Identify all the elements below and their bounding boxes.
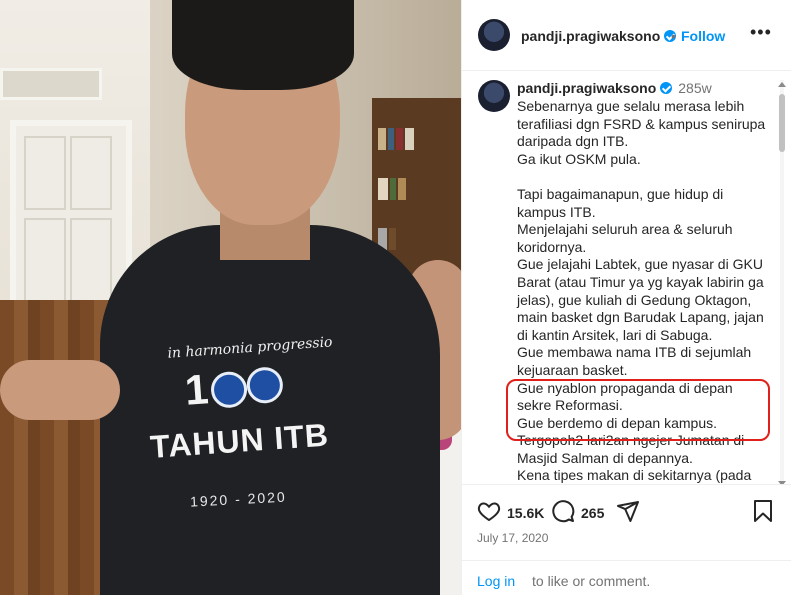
post-sidebar: pandji.pragiwaksono • Follow ••• pandji.… <box>461 0 791 595</box>
caption-header: pandji.pragiwaksono 285w <box>517 80 712 96</box>
caption-line: di kantin Arsitek, lari di Sabuga. <box>517 326 713 343</box>
bookmark-icon[interactable] <box>752 499 774 523</box>
caption-line: Masjid Salman di depannya. <box>517 449 693 466</box>
login-link[interactable]: Log in <box>477 573 515 589</box>
more-options-icon[interactable]: ••• <box>750 22 772 43</box>
like-button[interactable]: 15.6K <box>477 499 544 527</box>
follow-button[interactable]: Follow <box>681 28 725 44</box>
caption-username[interactable]: pandji.pragiwaksono <box>517 80 656 96</box>
caption-line: terafiliasi dgn FSRD & kampus senirupa <box>517 115 766 132</box>
caption-line: Barat (atau Timur ya yg kayak labirin ga <box>517 273 764 290</box>
header-username[interactable]: pandji.pragiwaksono <box>521 28 677 44</box>
caption-time[interactable]: 285w <box>678 80 711 96</box>
photo-hand-thumb <box>0 360 120 420</box>
avatar[interactable] <box>478 19 510 51</box>
caption-line: koridornya. <box>517 238 587 255</box>
caption-line: jelas), gue kuliah di Gedung Oktagon, <box>517 291 752 308</box>
photo-hair <box>172 0 354 90</box>
header-separator: • <box>671 28 676 44</box>
caption-line: Menjelajahi seluruh area & seluruh <box>517 221 733 238</box>
post-header: pandji.pragiwaksono • Follow ••• <box>462 0 791 71</box>
caption-line: Gue membawa nama ITB di sejumlah <box>517 344 752 361</box>
highlight-annotation <box>506 379 770 441</box>
caption-line: kejuaraan basket. <box>517 361 628 378</box>
share-button[interactable] <box>616 499 640 527</box>
send-icon[interactable] <box>616 499 640 523</box>
post-date[interactable]: July 17, 2020 <box>477 531 548 545</box>
verified-badge-icon <box>660 82 673 94</box>
login-prompt: Log in to like or comment. <box>462 560 791 596</box>
caption-line <box>517 168 767 186</box>
caption-avatar[interactable] <box>478 80 510 112</box>
header-username-text[interactable]: pandji.pragiwaksono <box>521 28 660 44</box>
shirt-number-visual: 1 <box>183 365 285 415</box>
photo-window <box>0 68 102 100</box>
comment-button[interactable]: 265 <box>551 499 604 527</box>
caption-line: Kena tipes makan di sekitarnya (pada <box>517 467 752 484</box>
caption-line: daripada dgn ITB. <box>517 133 629 150</box>
scroll-up-icon[interactable] <box>778 82 786 87</box>
caption-scrollbar[interactable] <box>778 80 786 484</box>
login-prompt-text: to like or comment. <box>532 573 651 589</box>
caption-line: kampus ITB. <box>517 203 596 220</box>
like-count[interactable]: 15.6K <box>507 505 544 521</box>
caption-line: Sebenarnya gue selalu merasa lebih <box>517 98 745 114</box>
comment-icon[interactable] <box>551 499 575 523</box>
caption-line: Gue jelajahi Labtek, gue nyasar di GKU <box>517 256 763 273</box>
save-button[interactable] <box>752 499 774 527</box>
heart-icon[interactable] <box>477 499 501 523</box>
post-photo: in harmonia progressio 100 1 TAHUN ITB 1… <box>0 0 461 595</box>
caption-line: Ga ikut OSKM pula. <box>517 150 641 167</box>
caption-line: Tapi bagaimanapun, gue hidup di <box>517 185 724 202</box>
comment-count[interactable]: 265 <box>581 505 604 521</box>
caption-line: main basket dgn Barudak Lapang, jajan <box>517 309 764 326</box>
scrollbar-thumb[interactable] <box>779 94 785 152</box>
